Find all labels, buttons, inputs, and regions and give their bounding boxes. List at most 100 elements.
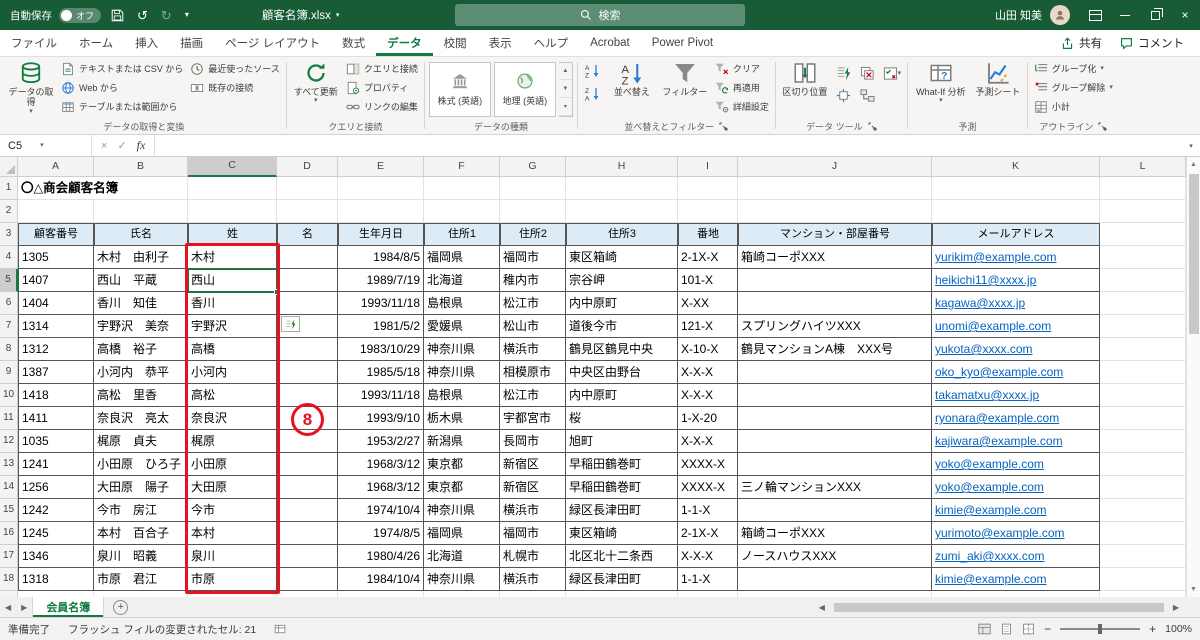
what-if-analysis-button[interactable]: ? What-If 分析 ▾ [912,59,970,104]
horizontal-scrollbar[interactable]: ◀ ▶ [814,597,1200,617]
cell-E12[interactable]: 1953/2/27 [338,430,424,453]
cell-I4[interactable]: 2-1X-X [678,246,738,269]
cell-I1[interactable] [678,177,738,200]
user-name[interactable]: 山田 知美 [995,7,1042,23]
cell-K1[interactable] [932,177,1100,200]
cell-H6[interactable]: 内中原町 [566,292,678,315]
row-header-15[interactable]: 15 [0,499,18,522]
cell-G4[interactable]: 福岡市 [500,246,566,269]
cell-H19[interactable] [566,591,678,597]
sheet-nav-right-icon[interactable]: ▶ [16,597,32,617]
cell-J18[interactable] [738,568,932,591]
subtotal-button[interactable]: 小計 [1032,97,1115,116]
cell-J2[interactable] [738,200,932,223]
cell-H11[interactable]: 桜 [566,407,678,430]
cell-J1[interactable] [738,177,932,200]
column-header-J[interactable]: J [738,157,932,177]
cell-G15[interactable]: 横浜市 [500,499,566,522]
cell-E15[interactable]: 1974/10/4 [338,499,424,522]
recent-sources-button[interactable]: 最近使ったソース [188,59,282,78]
cell-G8[interactable]: 横浜市 [500,338,566,361]
cell-J3[interactable]: マンション・部屋番号 [738,223,932,246]
comments-button[interactable]: コメント [1120,35,1184,51]
gallery-up-button[interactable]: ▲ [558,63,572,81]
remove-duplicates-button[interactable] [857,63,879,83]
scroll-up-button[interactable]: ▲ [1187,157,1200,172]
column-header-F[interactable]: F [424,157,500,177]
cell-E11[interactable]: 1993/9/10 [338,407,424,430]
cell-E6[interactable]: 1993/11/18 [338,292,424,315]
cell-D4[interactable] [277,246,338,269]
cell-G10[interactable]: 松江市 [500,384,566,407]
cell-F12[interactable]: 新潟県 [424,430,500,453]
cell-H7[interactable]: 道後今市 [566,315,678,338]
ungroup-button[interactable]: グループ解除 ▾ [1032,78,1115,97]
cell-H14[interactable]: 早稲田鶴巻町 [566,476,678,499]
dialog-launcher-icon[interactable] [868,122,877,131]
row-header-10[interactable]: 10 [0,384,18,407]
vertical-scroll-thumb[interactable] [1188,174,1199,334]
cell-G5[interactable]: 稚内市 [500,269,566,292]
zoom-slider[interactable] [1060,624,1141,634]
cell-A11[interactable]: 1411 [18,407,94,430]
ribbon-tab-ファイル[interactable]: ファイル [0,30,68,56]
get-data-button[interactable]: データの取得 ▾ [6,59,56,115]
vertical-scrollbar[interactable]: ▲ ▼ [1186,157,1200,597]
cell-L5[interactable] [1100,269,1186,292]
column-header-G[interactable]: G [500,157,566,177]
row-header-11[interactable]: 11 [0,407,18,430]
view-page-layout-button[interactable] [1000,623,1013,635]
cell-E19[interactable] [338,591,424,597]
cell-D1[interactable] [277,177,338,200]
cell-G16[interactable]: 福岡市 [500,522,566,545]
sort-descending-button[interactable]: ZA [582,84,604,104]
cell-F10[interactable]: 島根県 [424,384,500,407]
cell-A8[interactable]: 1312 [18,338,94,361]
cell-E8[interactable]: 1983/10/29 [338,338,424,361]
gallery-down-button[interactable]: ▼ [558,80,572,98]
file-menu-chevron-icon[interactable]: ▾ [336,12,340,19]
cell-F7[interactable]: 愛媛県 [424,315,500,338]
cell-J4[interactable]: 箱崎コーポXXX [738,246,932,269]
cell-E3[interactable]: 生年月日 [338,223,424,246]
cell-F15[interactable]: 神奈川県 [424,499,500,522]
cell-E14[interactable]: 1968/3/12 [338,476,424,499]
cell-I17[interactable]: X-X-X [678,545,738,568]
cell-F17[interactable]: 北海道 [424,545,500,568]
view-page-break-button[interactable] [1022,623,1035,635]
cell-D15[interactable] [277,499,338,522]
cell-A1[interactable]: 〇△商会顧客名簿 [18,177,118,200]
dialog-launcher-icon[interactable] [1098,122,1107,131]
name-box[interactable]: C5 ▾ [0,135,92,156]
cell-J10[interactable] [738,384,932,407]
cell-J7[interactable]: スプリングハイツXXX [738,315,932,338]
cell-F19[interactable] [424,591,500,597]
cell-A13[interactable]: 1241 [18,453,94,476]
sheet-tab-active[interactable]: 会員名簿 [32,597,105,617]
cell-H12[interactable]: 旭町 [566,430,678,453]
cell-I7[interactable]: 121-X [678,315,738,338]
row-header-5[interactable]: 5 [0,269,18,292]
row-header-2[interactable]: 2 [0,200,18,223]
cell-K8[interactable]: yukota@xxxx.com [932,338,1100,361]
cell-K15[interactable]: kimie@example.com [932,499,1100,522]
cell-B16[interactable]: 本村 百合子 [94,522,188,545]
cell-E13[interactable]: 1968/3/12 [338,453,424,476]
forecast-sheet-button[interactable]: 予測シート [973,59,1023,97]
cell-H1[interactable] [566,177,678,200]
sheet-nav-left-icon[interactable]: ◀ [0,597,16,617]
cell-L3[interactable] [1100,223,1186,246]
cell-B18[interactable]: 市原 君江 [94,568,188,591]
cell-J5[interactable] [738,269,932,292]
cell-A4[interactable]: 1305 [18,246,94,269]
ribbon-tab-描画[interactable]: 描画 [169,30,214,56]
cell-K9[interactable]: oko_kyo@example.com [932,361,1100,384]
cell-L11[interactable] [1100,407,1186,430]
cell-D2[interactable] [277,200,338,223]
cell-D9[interactable] [277,361,338,384]
cell-G9[interactable]: 相模原市 [500,361,566,384]
cell-J11[interactable] [738,407,932,430]
cell-G12[interactable]: 長岡市 [500,430,566,453]
insert-function-button[interactable]: fx [137,138,146,153]
row-header-19[interactable]: 19 [0,591,18,597]
